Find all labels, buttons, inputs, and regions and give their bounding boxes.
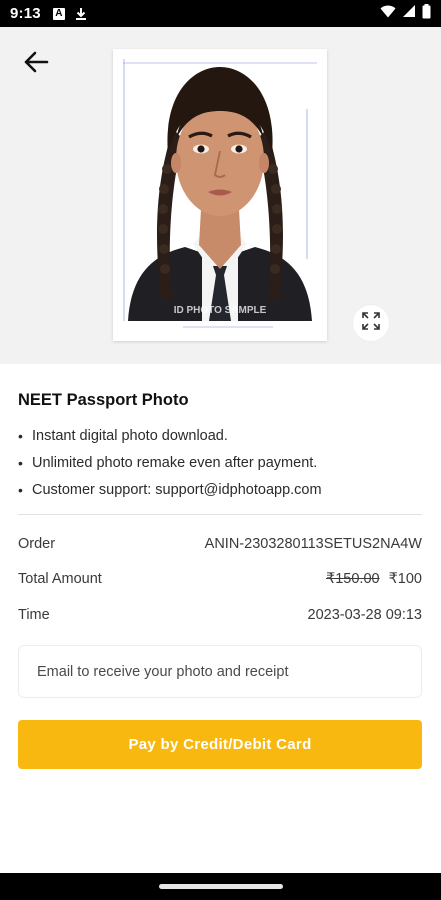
- bullet-icon: •: [18, 481, 23, 498]
- status-notification-icons: A: [52, 7, 87, 21]
- time-row: Time 2023-03-28 09:13: [18, 603, 422, 627]
- email-field-container[interactable]: [18, 645, 422, 698]
- photo-preview-area: ID PHOTO SAMPLE: [0, 27, 441, 364]
- battery-icon: [422, 3, 431, 24]
- status-system-icons: [380, 3, 431, 24]
- signal-icon: [402, 4, 416, 23]
- total-amount-value: ₹150.00 ₹100: [326, 571, 422, 587]
- original-price: ₹150.00: [326, 571, 380, 587]
- divider: [18, 514, 422, 515]
- back-button[interactable]: [18, 49, 54, 79]
- photo-watermark: ID PHOTO SAMPLE: [174, 305, 267, 316]
- feature-item: • Instant digital photo download.: [18, 422, 422, 449]
- home-gesture-handle[interactable]: [159, 884, 283, 889]
- wifi-icon: [380, 5, 396, 23]
- order-id: ANIN-2303280113SETUS2NA4W: [204, 536, 422, 552]
- order-label: Order: [18, 536, 56, 552]
- time-label: Time: [18, 607, 50, 623]
- order-time: 2023-03-28 09:13: [307, 607, 423, 623]
- feature-text: Customer support: support@idphotoapp.com: [32, 481, 322, 498]
- status-time: 9:13: [10, 5, 41, 22]
- feature-text: Instant digital photo download.: [32, 427, 228, 444]
- feature-list: • Instant digital photo download. • Unlimi…: [18, 422, 422, 503]
- email-input[interactable]: [37, 663, 403, 680]
- passport-photo-card: ID PHOTO SAMPLE: [113, 49, 327, 341]
- discounted-price: ₹100: [388, 571, 422, 587]
- total-amount-label: Total Amount: [18, 571, 102, 587]
- arrow-left-icon: [23, 51, 49, 78]
- bullet-icon: •: [18, 427, 23, 444]
- navigation-bar: [0, 873, 441, 900]
- download-icon: [75, 7, 87, 21]
- total-amount-row: Total Amount ₹150.00 ₹100: [18, 567, 422, 591]
- fullscreen-icon: [361, 311, 381, 336]
- bullet-icon: •: [18, 454, 23, 471]
- product-title: NEET Passport Photo: [18, 391, 189, 409]
- feature-item: • Customer support: support@idphotoapp.co…: [18, 476, 422, 503]
- feature-item: • Unlimited photo remake even after payme…: [18, 449, 422, 476]
- passport-photo: ID PHOTO SAMPLE: [123, 59, 317, 331]
- pay-by-card-button[interactable]: Pay by Credit/Debit Card: [18, 720, 422, 769]
- authenticator-icon: A: [52, 7, 65, 20]
- order-row: Order ANIN-2303280113SETUS2NA4W: [18, 532, 422, 556]
- status-bar: 9:13 A: [0, 0, 441, 27]
- feature-text: Unlimited photo remake even after paymen…: [32, 454, 318, 471]
- expand-photo-button[interactable]: [353, 305, 389, 341]
